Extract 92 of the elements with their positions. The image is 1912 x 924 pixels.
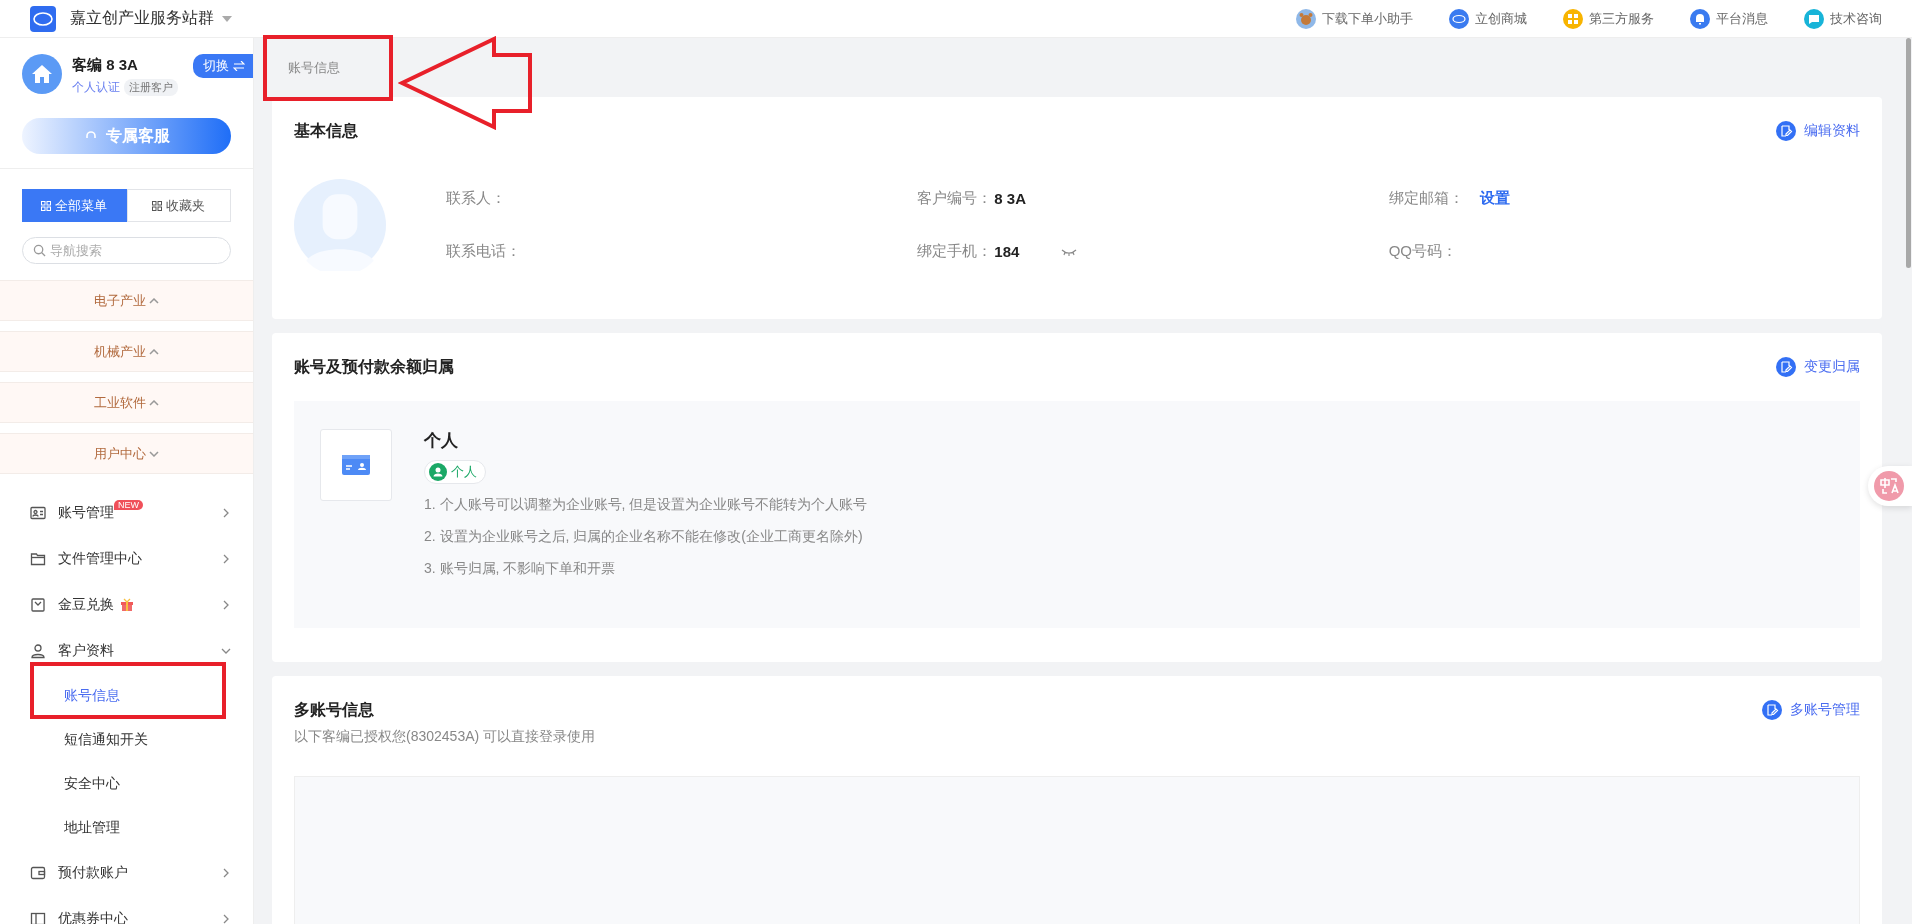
submenu-item[interactable]: 安全中心: [0, 762, 253, 806]
new-badge: NEW: [114, 500, 143, 510]
top-link[interactable]: 下载下单小助手: [1296, 8, 1413, 29]
multi-account-description: 以下客编已授权您(8302453A) 可以直接登录使用: [294, 728, 597, 746]
id-card-icon: [30, 505, 46, 521]
customer-tag: 注册客户: [124, 79, 178, 96]
menu-item[interactable]: 账号管理 NEW: [0, 490, 253, 536]
chevron-icon: [221, 868, 231, 878]
coupon-icon: [30, 911, 46, 924]
card-title: 基本信息: [294, 120, 358, 141]
chevron-icon: [149, 348, 159, 355]
menu-item[interactable]: 金豆兑换: [0, 582, 253, 628]
id-card-icon: [342, 455, 370, 475]
personal-tag: 个人: [424, 460, 486, 484]
chevron-icon: [149, 450, 159, 457]
dropdown-caret-icon[interactable]: [222, 15, 232, 22]
bag-icon: [30, 597, 46, 613]
top-link[interactable]: 技术咨询: [1804, 8, 1882, 29]
bell-icon: [1690, 8, 1710, 29]
chat-icon: [1804, 8, 1824, 29]
top-link[interactable]: 第三方服务: [1563, 8, 1654, 29]
submenu-item[interactable]: 短信通知开关: [0, 718, 253, 762]
field-label: 绑定手机：: [917, 242, 993, 261]
menu-tab[interactable]: 全部菜单: [22, 189, 127, 222]
edit-icon: [1776, 357, 1796, 377]
grid-icon: [152, 200, 163, 211]
person-icon: [429, 463, 447, 481]
ownership-note: 2. 设置为企业账号之后, 归属的企业名称不能在修改(企业工商更名除外): [424, 528, 863, 546]
field-label: 绑定邮箱：: [1388, 189, 1464, 208]
scrollbar-thumb[interactable]: [1906, 38, 1911, 268]
menu-item[interactable]: 客户资料: [0, 628, 253, 674]
field-label: 联系电话：: [446, 242, 521, 261]
switch-button[interactable]: 切换: [193, 54, 253, 78]
customer-code: 客编 8 3A: [72, 56, 139, 75]
nav-search-field[interactable]: 导航搜索: [22, 237, 231, 264]
change-ownership-link[interactable]: 变更归属: [1776, 357, 1860, 377]
swap-arrows-icon: [233, 61, 245, 71]
card-title: 账号及预付款余额归属: [294, 356, 454, 377]
industry-section[interactable]: 电子产业: [0, 280, 253, 321]
chevron-icon: [221, 914, 231, 924]
menu-label: 客户资料: [58, 642, 114, 660]
eye-closed-icon[interactable]: [1061, 247, 1078, 256]
menu-item[interactable]: 文件管理中心: [0, 536, 253, 582]
menu-label: 预付款账户: [58, 864, 128, 882]
submenu-item[interactable]: 账号信息: [0, 674, 253, 718]
industry-section[interactable]: 用户中心: [0, 433, 253, 474]
chevron-icon: [149, 297, 159, 304]
industry-section[interactable]: 工业软件: [0, 382, 253, 423]
owner-name: 个人: [424, 430, 458, 452]
store-logo-icon: [1449, 8, 1469, 29]
chevron-icon: [149, 399, 159, 406]
person-icon: [30, 643, 46, 659]
verification-link[interactable]: 个人认证: [72, 79, 120, 96]
multi-account-manage-link[interactable]: 多账号管理: [1762, 700, 1860, 720]
submenu-item[interactable]: 地址管理: [0, 806, 253, 850]
chevron-icon: [221, 600, 231, 610]
folder-icon: [30, 551, 46, 567]
top-link[interactable]: 平台消息: [1690, 8, 1768, 29]
edit-profile-link[interactable]: 编辑资料: [1776, 121, 1860, 141]
wallet-icon: [30, 865, 46, 881]
ownership-note: 3. 账号归属, 不影响下单和开票: [424, 560, 616, 578]
field-value: 184: [994, 243, 1020, 260]
site-name[interactable]: 嘉立创产业服务站群: [70, 8, 214, 29]
field-label: QQ号码：: [1388, 242, 1457, 261]
top-link[interactable]: 立创商城: [1449, 8, 1527, 29]
gift-icon: [120, 598, 134, 612]
menu-label: 账号管理: [58, 504, 114, 522]
home-avatar-icon: [22, 54, 62, 94]
ownership-note: 1. 个人账号可以调整为企业账号, 但是设置为企业账号不能转为个人账号: [424, 496, 868, 514]
person-silhouette-icon: [294, 179, 386, 271]
edit-icon: [1776, 121, 1796, 141]
field-label: 客户编号：: [917, 189, 993, 208]
menu-tab[interactable]: 收藏夹: [126, 189, 231, 222]
card-title: 多账号信息: [294, 699, 374, 720]
logo-icon[interactable]: [30, 5, 56, 32]
chevron-icon: [221, 646, 231, 656]
menu-item[interactable]: 预付款账户: [0, 850, 253, 896]
chevron-icon: [221, 508, 231, 518]
bear-avatar-icon: [1296, 8, 1316, 29]
menu-label: 金豆兑换: [58, 596, 114, 614]
breadcrumb: 账号信息: [288, 58, 340, 77]
translate-button[interactable]: [1868, 466, 1912, 506]
translate-icon: [1874, 471, 1904, 501]
grid-icon: [41, 200, 52, 211]
field-label: 联系人：: [446, 189, 506, 208]
edit-icon: [1762, 700, 1782, 720]
grid-icon: [1563, 8, 1583, 29]
menu-label: 文件管理中心: [58, 550, 142, 568]
field-value: 8 3A: [994, 190, 1026, 207]
set-email-link[interactable]: 设置: [1479, 189, 1510, 208]
chevron-icon: [221, 554, 231, 564]
industry-section[interactable]: 机械产业: [0, 331, 253, 372]
